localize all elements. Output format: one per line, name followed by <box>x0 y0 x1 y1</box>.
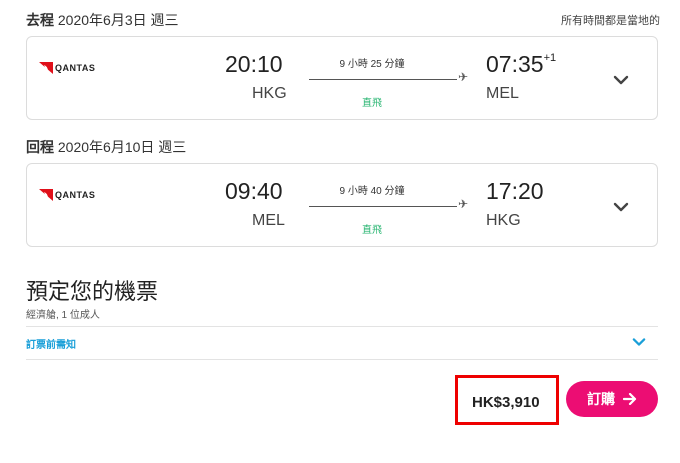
flight-duration: 9 小時 25 分鐘 <box>339 59 405 70</box>
return-flight-card[interactable]: QANTAS 09:40 MEL 9 小時 40 分鐘 ✈ 直飛 17:20 H… <box>26 163 658 247</box>
airline-name: QANTAS <box>55 190 96 200</box>
book-button-label: 訂購 <box>587 391 615 407</box>
departure-code: MEL <box>252 212 285 229</box>
return-date: 2020年6月10日 週三 <box>57 139 187 155</box>
route-line <box>309 79 457 80</box>
outbound-flight-card[interactable]: QANTAS 20:10 HKG 9 小時 25 分鐘 ✈ 直飛 07:35+1… <box>26 36 658 120</box>
flight-duration: 9 小時 40 分鐘 <box>339 186 405 197</box>
kangaroo-icon <box>39 62 53 74</box>
airline-logo: QANTAS <box>39 189 95 201</box>
divider <box>26 326 658 327</box>
departure-code: HKG <box>252 85 287 102</box>
arrival-time: 17:20 <box>486 178 544 204</box>
arrival-code: HKG <box>486 212 521 229</box>
return-label: 回程 <box>26 139 54 155</box>
arrow-right-icon <box>623 393 637 405</box>
arrival-code: MEL <box>486 85 519 102</box>
direct-flight-label: 直飛 <box>362 225 382 236</box>
kangaroo-icon <box>39 189 53 201</box>
direct-flight-label: 直飛 <box>362 98 382 109</box>
return-header: 回程 2020年6月10日 週三 <box>26 137 186 157</box>
total-price: HK$3,910 <box>472 394 540 411</box>
arrival-time: 07:35+1 <box>486 51 557 77</box>
airline-logo: QANTAS <box>39 62 95 74</box>
route-line <box>309 206 457 207</box>
booking-notice-link[interactable]: 訂票前需知 <box>26 336 76 351</box>
booking-title: 預定您的機票 <box>26 279 159 304</box>
timezone-note: 所有時間都是當地的 <box>561 15 660 27</box>
day-offset: +1 <box>543 52 557 65</box>
outbound-date: 2020年6月3日 週三 <box>57 12 179 28</box>
chevron-down-icon[interactable] <box>630 336 648 348</box>
plane-icon: ✈ <box>458 197 469 211</box>
divider <box>26 359 658 360</box>
departure-time: 20:10 <box>225 51 283 77</box>
departure-time: 09:40 <box>225 178 283 204</box>
chevron-down-icon[interactable] <box>611 73 631 87</box>
chevron-down-icon[interactable] <box>611 200 631 214</box>
airline-name: QANTAS <box>55 63 96 73</box>
plane-icon: ✈ <box>458 70 469 84</box>
booking-subtitle: 經濟艙, 1 位成人 <box>26 310 100 321</box>
book-button[interactable]: 訂購 <box>566 381 658 417</box>
outbound-label: 去程 <box>26 12 54 28</box>
outbound-header: 去程 2020年6月3日 週三 <box>26 10 179 30</box>
